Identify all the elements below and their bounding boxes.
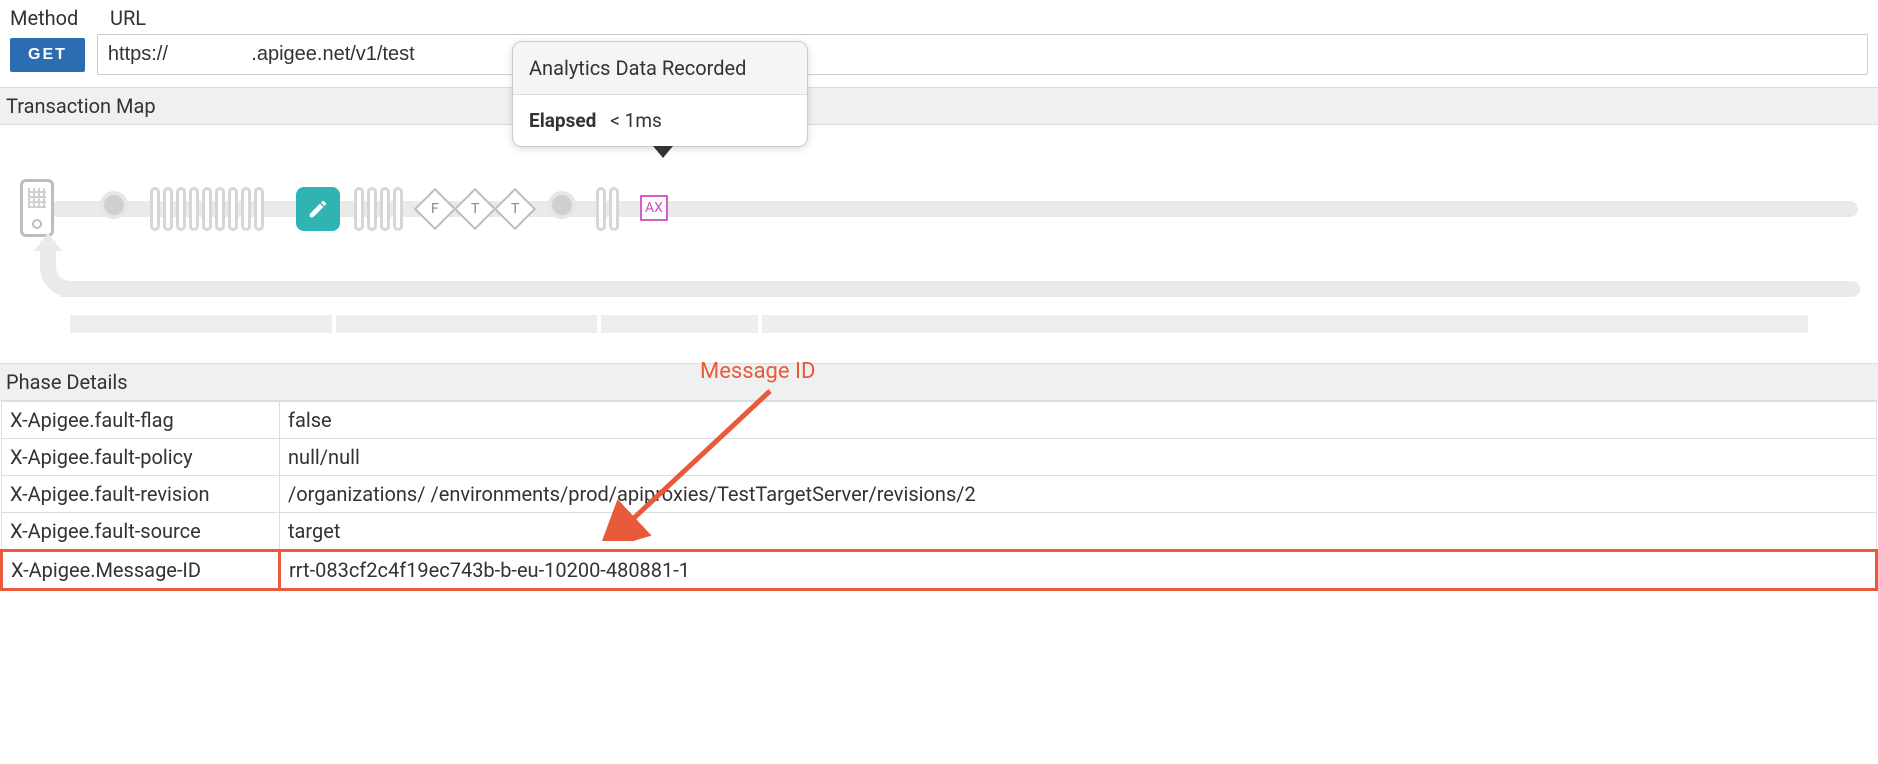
method-label: Method: [10, 6, 110, 30]
policy-pill-group-3[interactable]: [596, 187, 619, 231]
table-row: X-Apigee.fault-revision/organizations/ /…: [2, 476, 1877, 513]
analytics-tooltip: Analytics Data Recorded Elapsed < 1ms: [512, 41, 808, 147]
policy-pill-group[interactable]: [150, 187, 264, 231]
phase-value: rrt-083cf2c4f19ec743b-b-eu-10200-480881-…: [280, 551, 1877, 590]
url-label: URL: [110, 6, 1868, 30]
phase-value: target: [280, 513, 1877, 551]
phase-key: X-Apigee.Message-ID: [2, 551, 280, 590]
phase-segment-bar: [0, 315, 1878, 363]
policy-pill-group-2[interactable]: [354, 187, 403, 231]
phase-segment[interactable]: [601, 315, 758, 333]
phase-key: X-Apigee.fault-policy: [2, 439, 280, 476]
url-input[interactable]: [97, 34, 1868, 75]
analytics-node[interactable]: AX: [640, 195, 668, 221]
tooltip-tail-icon: [653, 146, 673, 158]
method-button[interactable]: GET: [10, 38, 85, 72]
phase-key: X-Apigee.fault-flag: [2, 402, 280, 439]
table-row: X-Apigee.fault-sourcetarget: [2, 513, 1877, 551]
flow-circle-icon[interactable]: [548, 191, 576, 219]
transaction-map-header: Transaction Map: [0, 87, 1878, 125]
phase-key: X-Apigee.fault-source: [2, 513, 280, 551]
edit-policy-icon[interactable]: [296, 187, 340, 231]
phase-segment[interactable]: [70, 315, 332, 333]
return-flow-arrow: [20, 235, 1860, 295]
table-row: X-Apigee.fault-flagfalse: [2, 402, 1877, 439]
flow-circle-icon[interactable]: [100, 191, 128, 219]
condition-diamond-group[interactable]: F T T: [420, 187, 530, 224]
phase-value: null/null: [280, 439, 1877, 476]
tooltip-elapsed-value: < 1ms: [610, 109, 662, 132]
condition-diamond[interactable]: F: [414, 188, 456, 230]
phase-details-header: Phase Details: [0, 363, 1878, 401]
message-id-annotation: Message ID: [700, 359, 815, 384]
phase-segment[interactable]: [336, 315, 598, 333]
table-row: X-Apigee.fault-policynull/null: [2, 439, 1877, 476]
phase-value: /organizations/ /environments/prod/apipr…: [280, 476, 1877, 513]
phase-value: false: [280, 402, 1877, 439]
tooltip-title: Analytics Data Recorded: [513, 42, 807, 95]
phase-segment[interactable]: [762, 315, 1808, 333]
transaction-map: F T T AX Analytics Data Recorded Elapsed…: [0, 125, 1878, 315]
client-phone-icon: [20, 179, 54, 237]
phase-details-table: X-Apigee.fault-flagfalseX-Apigee.fault-p…: [0, 401, 1878, 591]
condition-diamond[interactable]: T: [494, 188, 536, 230]
table-row: X-Apigee.Message-IDrrt-083cf2c4f19ec743b…: [2, 551, 1877, 590]
phase-key: X-Apigee.fault-revision: [2, 476, 280, 513]
condition-diamond[interactable]: T: [454, 188, 496, 230]
tooltip-elapsed-label: Elapsed: [529, 109, 596, 132]
